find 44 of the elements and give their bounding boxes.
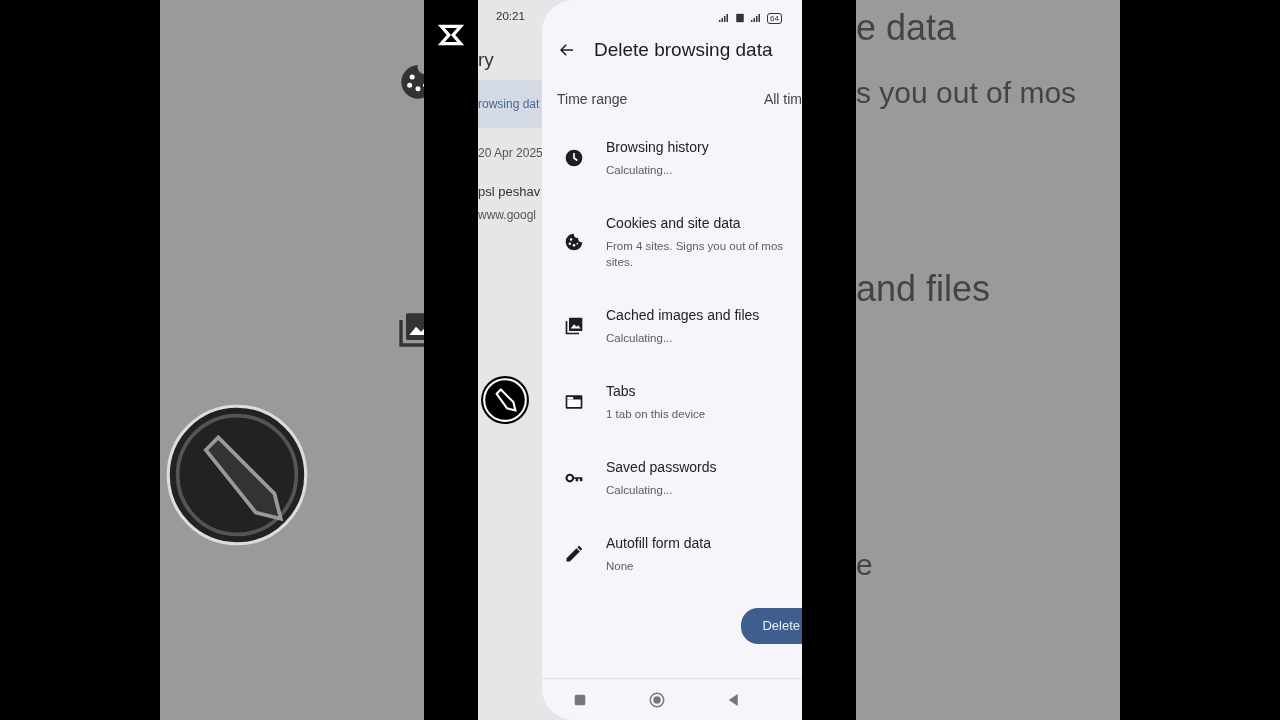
backdrop-text: and files [856, 268, 992, 309]
date-heading: 20 Apr 2025 [478, 145, 542, 162]
data-type-row[interactable]: Saved passwords Calculating... [542, 440, 802, 516]
history-entry-title[interactable]: psl peshav [478, 182, 542, 206]
data-type-row[interactable]: Tabs 1 tab on this device [542, 364, 802, 440]
row-subtitle: Calculating... [606, 331, 674, 347]
backdrop-text: e [856, 548, 874, 582]
data-type-row[interactable]: Cookies and site data From 4 sites. Signs you out of mos sites. [542, 196, 802, 288]
home-button[interactable] [648, 690, 666, 709]
time-range-label: Time range [557, 90, 628, 109]
data-type-row[interactable]: Browsing history Calculating... [542, 120, 802, 196]
screen-title: Delete browsing data [594, 37, 773, 62]
pencil-icon [564, 544, 584, 564]
row-subtitle: None [606, 559, 635, 575]
row-subtitle: Calculating... [606, 163, 674, 179]
page-title: ry [478, 48, 495, 72]
back-button[interactable] [558, 41, 576, 59]
row-subtitle: From 4 sites. Signs you out of mos sites. [606, 239, 784, 270]
backdrop-text: e data [856, 8, 958, 48]
row-title: Cookies and site data [606, 214, 742, 234]
row-title: Saved passwords [606, 458, 717, 478]
edit-floating-button[interactable] [480, 375, 530, 425]
clock-icon [564, 148, 584, 168]
images-icon [564, 316, 584, 336]
backdrop-text: s you out of mos [856, 75, 1078, 109]
row-title: Autofill form data [606, 534, 712, 554]
row-title: Tabs [606, 382, 637, 402]
time-range-row[interactable]: Time range All tim [542, 70, 802, 120]
data-type-row[interactable]: Cached images and files Calculating... [542, 288, 802, 364]
cookie-icon [564, 232, 584, 252]
row-subtitle: 1 tab on this device [606, 407, 706, 423]
delete-button[interactable]: Delete [741, 608, 802, 644]
back-arrow-icon [558, 41, 576, 59]
battery-level: 64 [767, 12, 782, 24]
tab-icon [564, 392, 584, 412]
row-title: Cached images and files [606, 306, 760, 326]
row-subtitle: Calculating... [606, 483, 674, 499]
history-entry-url: www.googl [478, 207, 538, 224]
row-title: Browsing history [606, 138, 709, 158]
images-icon [396, 310, 424, 350]
status-time: 20:21 [495, 9, 526, 24]
data-type-row[interactable]: Autofill form data None [542, 516, 802, 592]
time-range-value: All tim [763, 90, 802, 109]
selected-history-item[interactable]: rowsing dat [478, 80, 542, 128]
